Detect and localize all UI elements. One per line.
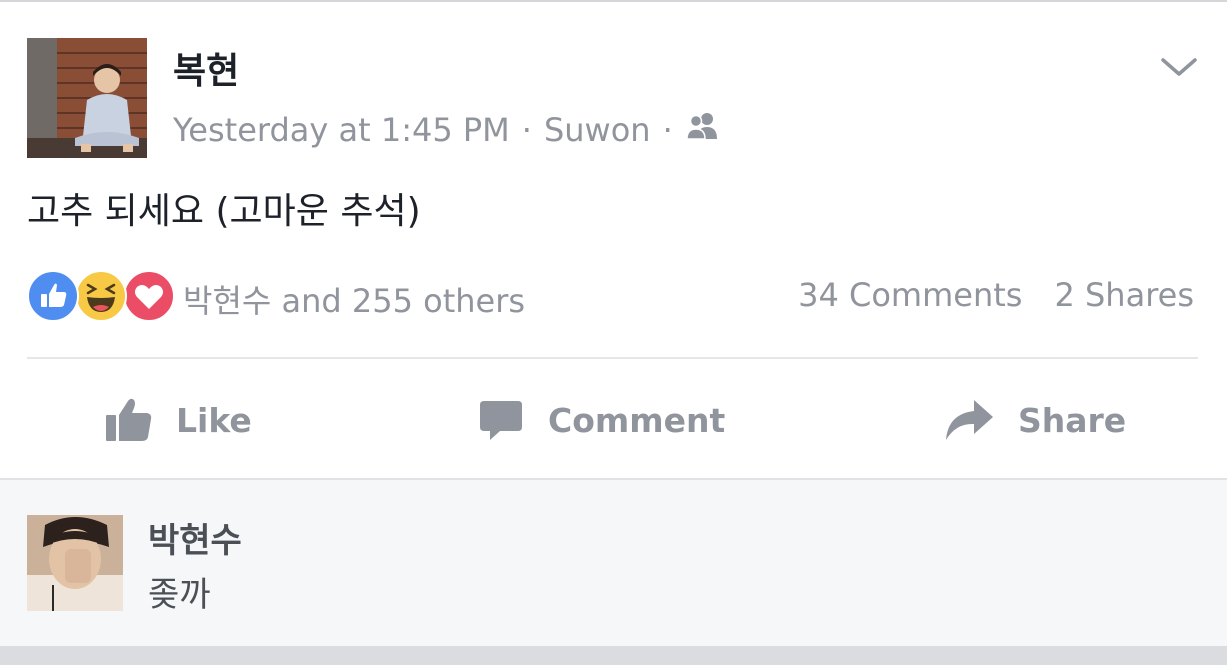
divider	[27, 357, 1198, 359]
comment-text: 좆까	[148, 575, 211, 615]
meta-separator: ·	[662, 111, 673, 149]
post-counts: 34 Comments 2 Shares	[798, 276, 1194, 314]
post-location[interactable]: Suwon	[544, 111, 651, 149]
like-button[interactable]: Like	[104, 394, 252, 446]
post-meta: Yesterday at 1:45 PM · Suwon ·	[173, 110, 721, 150]
share-label: Share	[1018, 400, 1127, 440]
love-reaction-icon	[123, 270, 175, 322]
reaction-icons[interactable]	[27, 270, 177, 322]
meta-separator: ·	[521, 111, 532, 149]
share-arrow-icon	[946, 400, 993, 440]
shares-count[interactable]: 2 Shares	[1054, 276, 1194, 314]
share-button[interactable]: Share	[944, 394, 1126, 446]
haha-reaction-icon	[75, 270, 127, 322]
friends-icon[interactable]	[685, 111, 721, 149]
bottom-bar	[0, 646, 1227, 665]
reaction-summary[interactable]: 박현수 and 255 others	[183, 276, 525, 322]
author-avatar[interactable]	[27, 38, 147, 158]
like-reaction-icon	[27, 270, 79, 322]
top-border	[0, 0, 1227, 2]
commenter-avatar[interactable]	[27, 515, 123, 611]
thumbs-up-icon	[106, 398, 152, 441]
comments-count[interactable]: 34 Comments	[798, 276, 1022, 314]
post-text: 고추 되세요 (고마운 추석)	[27, 191, 421, 232]
comment-label: Comment	[548, 400, 726, 440]
like-label: Like	[176, 400, 252, 440]
comment-section: 박현수 좆까	[0, 478, 1227, 648]
comment-button[interactable]: Comment	[478, 394, 725, 446]
chevron-down-icon[interactable]	[1160, 52, 1198, 82]
speech-bubble-icon	[480, 401, 522, 440]
commenter-name[interactable]: 박현수	[148, 513, 242, 562]
post-timestamp[interactable]: Yesterday at 1:45 PM	[173, 111, 510, 149]
post-author-name[interactable]: 복현	[173, 42, 239, 94]
